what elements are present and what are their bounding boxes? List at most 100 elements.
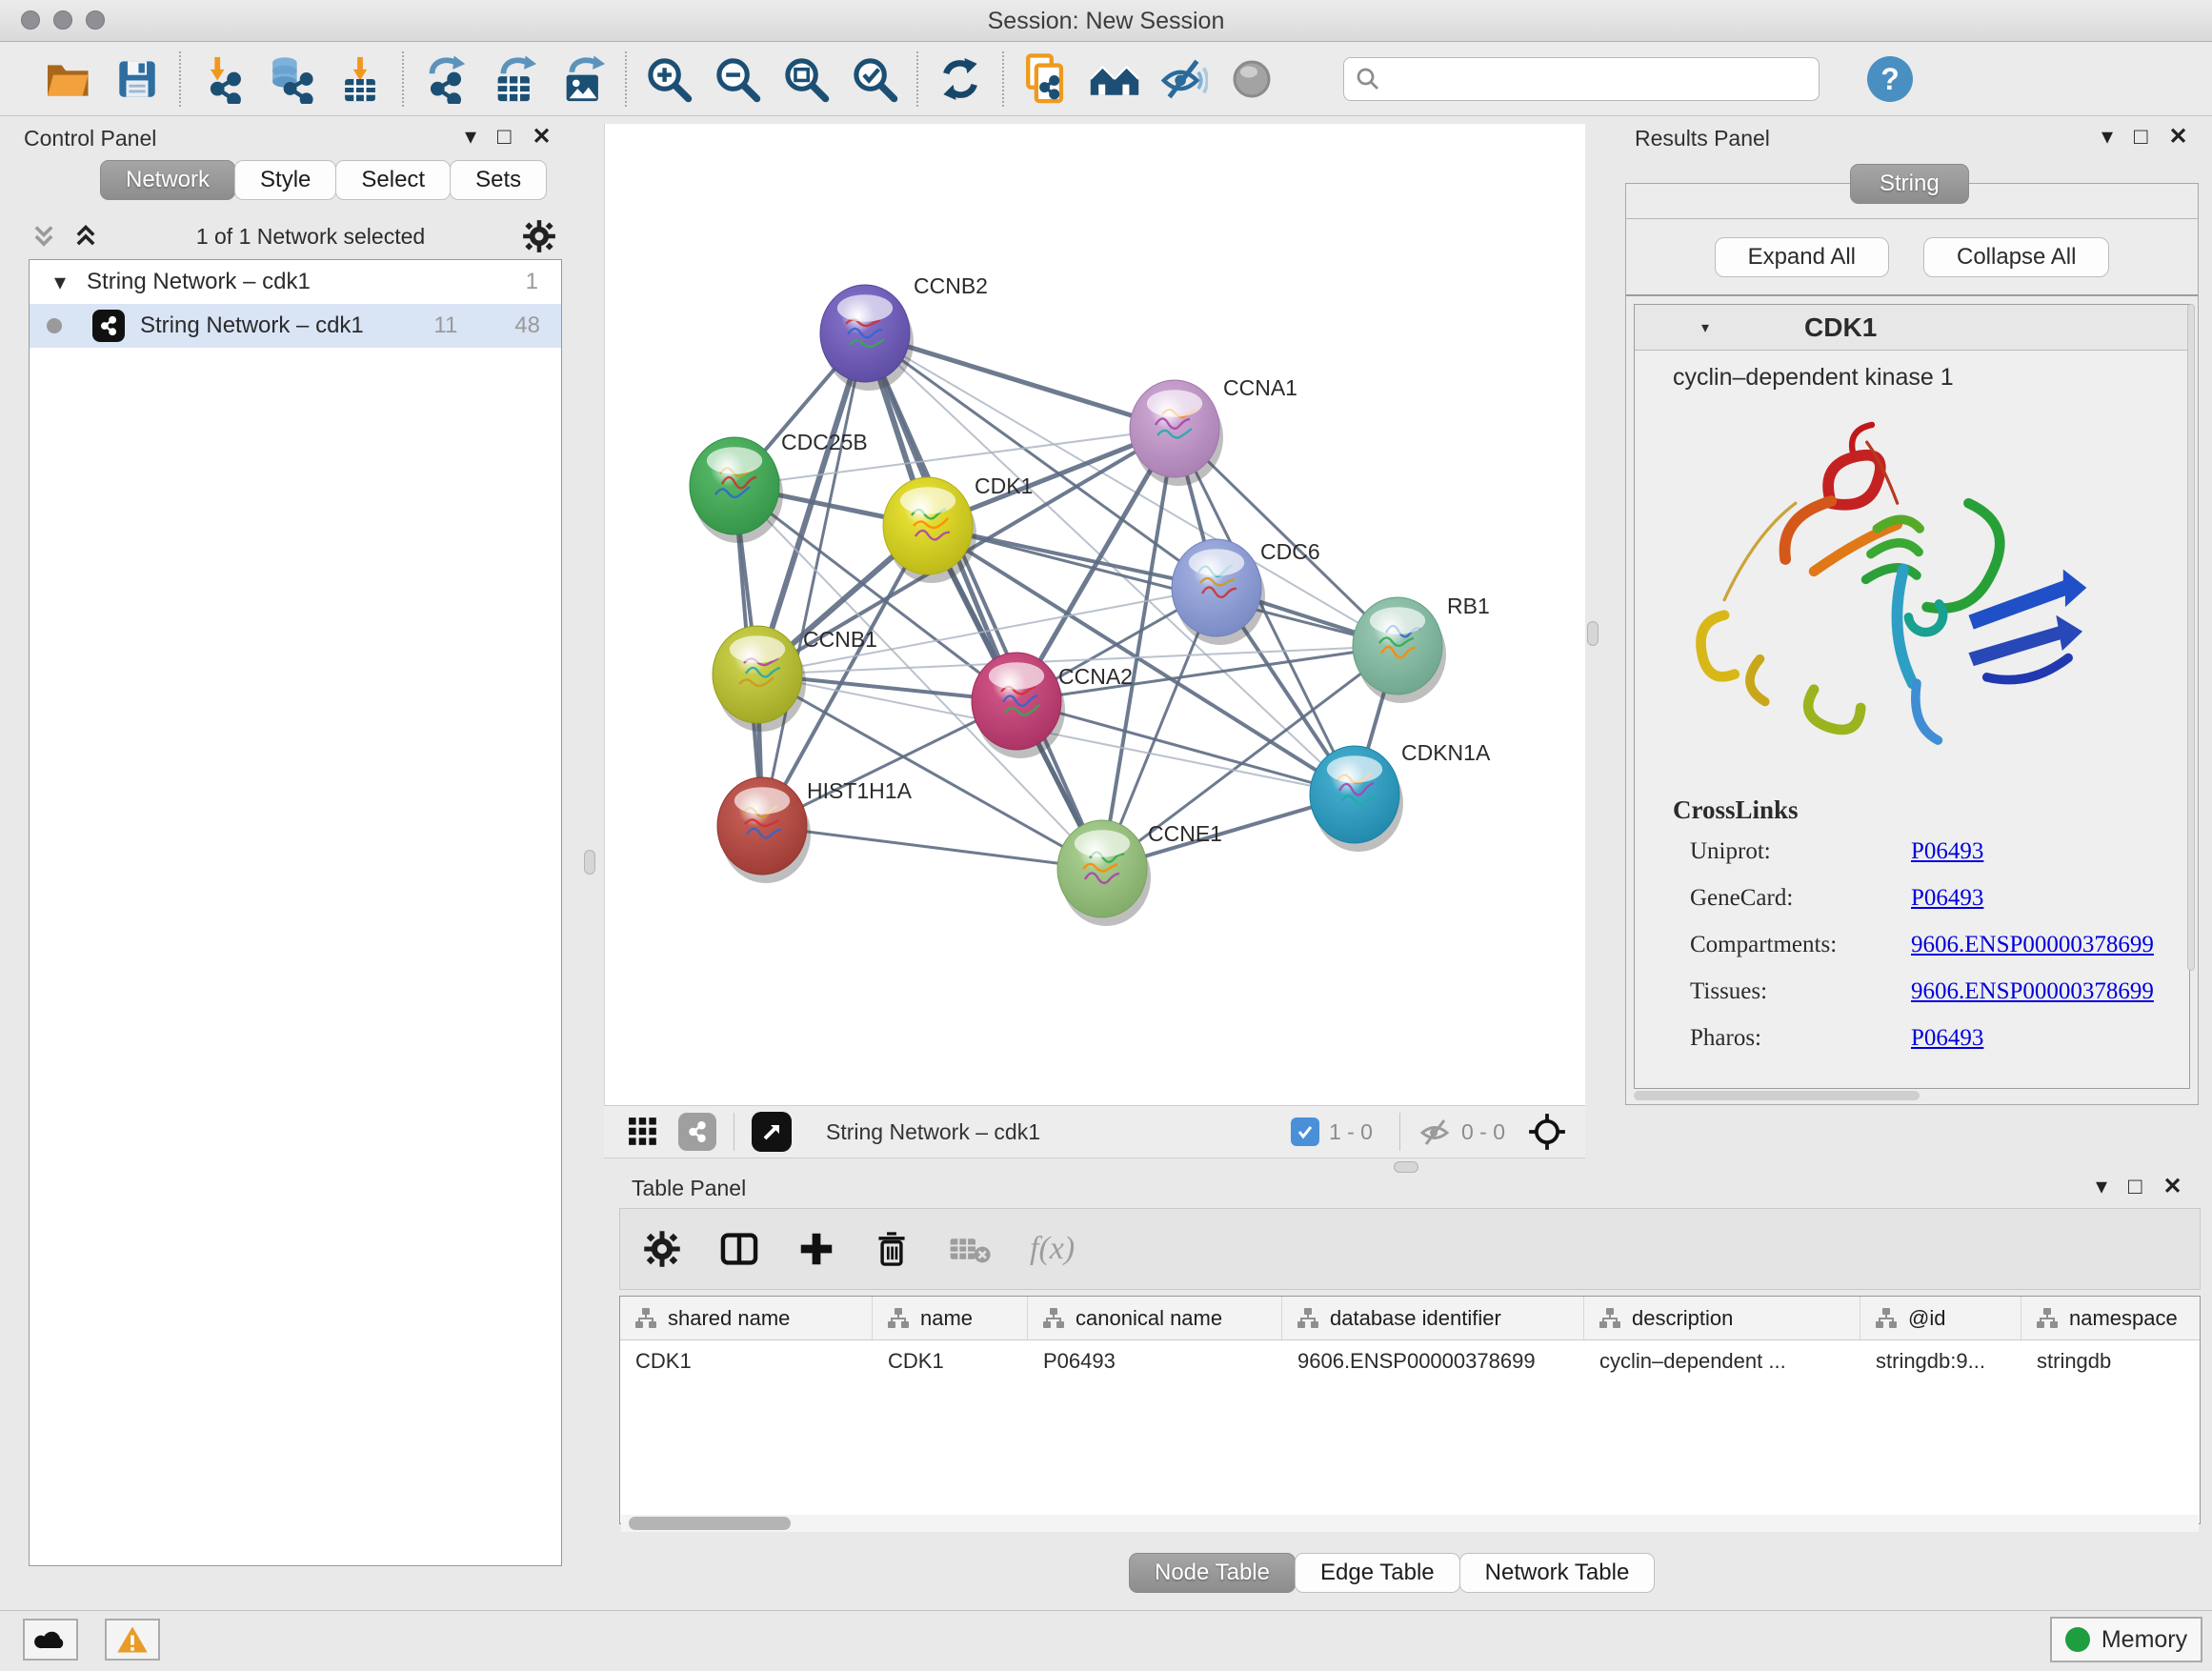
results-panel-float-button[interactable]: ▾: [2101, 126, 2113, 149]
gene-section-header[interactable]: ▾ CDK1: [1635, 305, 2189, 351]
results-vertical-scrollbar[interactable]: [2187, 304, 2195, 971]
table-cell[interactable]: CDK1: [873, 1349, 1028, 1374]
import-network-from-database-button[interactable]: [257, 50, 326, 108]
hide-selected-button[interactable]: [1149, 50, 1217, 108]
zoom-fit-button[interactable]: [772, 50, 840, 108]
column-header--id[interactable]: @id: [1860, 1297, 2021, 1339]
column-header-label: @id: [1908, 1306, 1945, 1331]
crosslink-link[interactable]: P06493: [1911, 885, 1983, 912]
import-network-from-file-button[interactable]: [189, 50, 257, 108]
zoom-selected-button[interactable]: [840, 50, 909, 108]
table-cell[interactable]: stringdb: [2021, 1349, 2201, 1374]
zoom-out-button[interactable]: [703, 50, 772, 108]
node-table[interactable]: shared namenamecanonical namedatabase id…: [619, 1296, 2201, 1524]
clone-network-icon: [1021, 52, 1071, 106]
column-header-namespace[interactable]: namespace: [2021, 1297, 2201, 1339]
column-header-database-identifier[interactable]: database identifier: [1282, 1297, 1584, 1339]
results-horizontal-scrollbar[interactable]: [1634, 1091, 1920, 1100]
automation-cloud-button[interactable]: [23, 1619, 78, 1661]
expand-all-tree-icon[interactable]: [72, 222, 99, 251]
network-edge-CCNB2-HIST1H1A[interactable]: [762, 333, 865, 826]
table-hscrollbar-thumb[interactable]: [629, 1517, 791, 1530]
network-view-canvas[interactable]: CCNB2CCNA1CDC25BCDK1CDC6RB1CCNB1CCNA2CDK…: [604, 124, 1585, 1105]
table-row[interactable]: CDK1CDK1P064939606.ENSP00000378699cyclin…: [620, 1340, 2200, 1382]
tab-network[interactable]: Network: [100, 160, 235, 200]
table-panel-maximize-button[interactable]: □: [2128, 1176, 2142, 1198]
import-network-icon: [198, 54, 248, 104]
apply-layout-button[interactable]: [926, 50, 995, 108]
column-header-canonical-name[interactable]: canonical name: [1028, 1297, 1282, 1339]
birds-eye-view-icon[interactable]: [752, 1112, 792, 1152]
search-box[interactable]: [1343, 57, 1820, 101]
search-input[interactable]: [1382, 67, 1801, 91]
show-graphics-details-button[interactable]: [1080, 50, 1149, 108]
control-panel-close-button[interactable]: ✕: [533, 126, 552, 149]
table-cell[interactable]: 9606.ENSP00000378699: [1282, 1349, 1584, 1374]
hidden-eye-slash-icon[interactable]: [1418, 1116, 1452, 1148]
warnings-button[interactable]: [105, 1619, 160, 1661]
import-table-from-file-button[interactable]: [326, 50, 394, 108]
network-edge-CDK1-RB1[interactable]: [928, 526, 1398, 646]
tree-expander-icon[interactable]: ▾: [54, 269, 66, 296]
table-cell[interactable]: P06493: [1028, 1349, 1282, 1374]
tab-edge-table[interactable]: Edge Table: [1295, 1553, 1460, 1593]
section-expander-icon[interactable]: ▾: [1701, 318, 1709, 337]
crosslink-label: Tissues:: [1690, 978, 1911, 1005]
selected-checkbox-icon[interactable]: [1291, 1117, 1319, 1146]
network-edge-HIST1H1A-CCNE1[interactable]: [762, 826, 1102, 869]
show-columns-icon[interactable]: [719, 1229, 759, 1269]
add-column-plus-icon[interactable]: [797, 1230, 835, 1268]
gene-description: cyclin–dependent kinase 1: [1673, 364, 2189, 392]
open-session-button[interactable]: [34, 50, 103, 108]
memory-button[interactable]: Memory: [2050, 1617, 2202, 1662]
bottom-splitter-handle[interactable]: [1394, 1161, 1418, 1173]
save-session-button[interactable]: [103, 50, 171, 108]
network-collection-row[interactable]: ▾ String Network – cdk1 1: [30, 260, 561, 304]
column-header-shared-name[interactable]: shared name: [620, 1297, 873, 1339]
column-type-icon: [1598, 1307, 1622, 1330]
export-table-button[interactable]: [480, 50, 549, 108]
tab-style[interactable]: Style: [234, 160, 336, 200]
network-panel-gear-icon[interactable]: [522, 219, 556, 253]
table-settings-gear-icon[interactable]: [643, 1230, 681, 1268]
table-cell[interactable]: stringdb:9...: [1860, 1349, 2021, 1374]
fit-content-crosshair-icon[interactable]: [1528, 1113, 1566, 1151]
left-splitter-handle[interactable]: [584, 850, 595, 875]
export-network-button[interactable]: [412, 50, 480, 108]
column-header-name[interactable]: name: [873, 1297, 1028, 1339]
node-label-CDK1: CDK1: [975, 473, 1033, 498]
crosslink-link[interactable]: 9606.ENSP00000378699: [1911, 978, 2154, 1005]
tab-select[interactable]: Select: [335, 160, 451, 200]
crosslink-link[interactable]: P06493: [1911, 1025, 1983, 1052]
clone-network-button[interactable]: [1012, 50, 1080, 108]
collapse-all-button[interactable]: Collapse All: [1923, 237, 2109, 277]
table-hscrollbar-track[interactable]: [621, 1515, 2199, 1532]
zoom-in-button[interactable]: [634, 50, 703, 108]
tab-network-table[interactable]: Network Table: [1459, 1553, 1656, 1593]
selected-node-edge-counts: 1 - 0: [1329, 1119, 1373, 1145]
tab-sets[interactable]: Sets: [450, 160, 547, 200]
delete-column-trash-icon[interactable]: [874, 1229, 910, 1269]
results-panel-close-button[interactable]: ✕: [2169, 126, 2188, 149]
tab-string[interactable]: String: [1850, 164, 1969, 204]
right-splitter-handle[interactable]: [1587, 621, 1599, 646]
grid-view-icon[interactable]: [627, 1116, 659, 1148]
expand-all-button[interactable]: Expand All: [1715, 237, 1889, 277]
table-panel-float-button[interactable]: ▾: [2096, 1176, 2107, 1198]
control-panel-float-button[interactable]: ▾: [465, 126, 476, 149]
network-share-icon[interactable]: [678, 1113, 716, 1151]
export-image-button[interactable]: [549, 50, 617, 108]
control-panel-maximize-button[interactable]: □: [497, 126, 512, 149]
table-cell[interactable]: CDK1: [620, 1349, 873, 1374]
results-panel-maximize-button[interactable]: □: [2134, 126, 2148, 149]
column-header-description[interactable]: description: [1584, 1297, 1860, 1339]
show-all-button[interactable]: [1217, 50, 1286, 108]
tab-node-table[interactable]: Node Table: [1129, 1553, 1296, 1593]
table-panel-close-button[interactable]: ✕: [2163, 1176, 2182, 1198]
crosslink-link[interactable]: P06493: [1911, 838, 1983, 865]
help-button[interactable]: ?: [1867, 56, 1913, 102]
table-cell[interactable]: cyclin–dependent ...: [1584, 1349, 1860, 1374]
crosslink-link[interactable]: 9606.ENSP00000378699: [1911, 932, 2154, 958]
network-row[interactable]: String Network – cdk1 11 48: [30, 304, 561, 348]
collapse-all-tree-icon[interactable]: [30, 222, 57, 251]
